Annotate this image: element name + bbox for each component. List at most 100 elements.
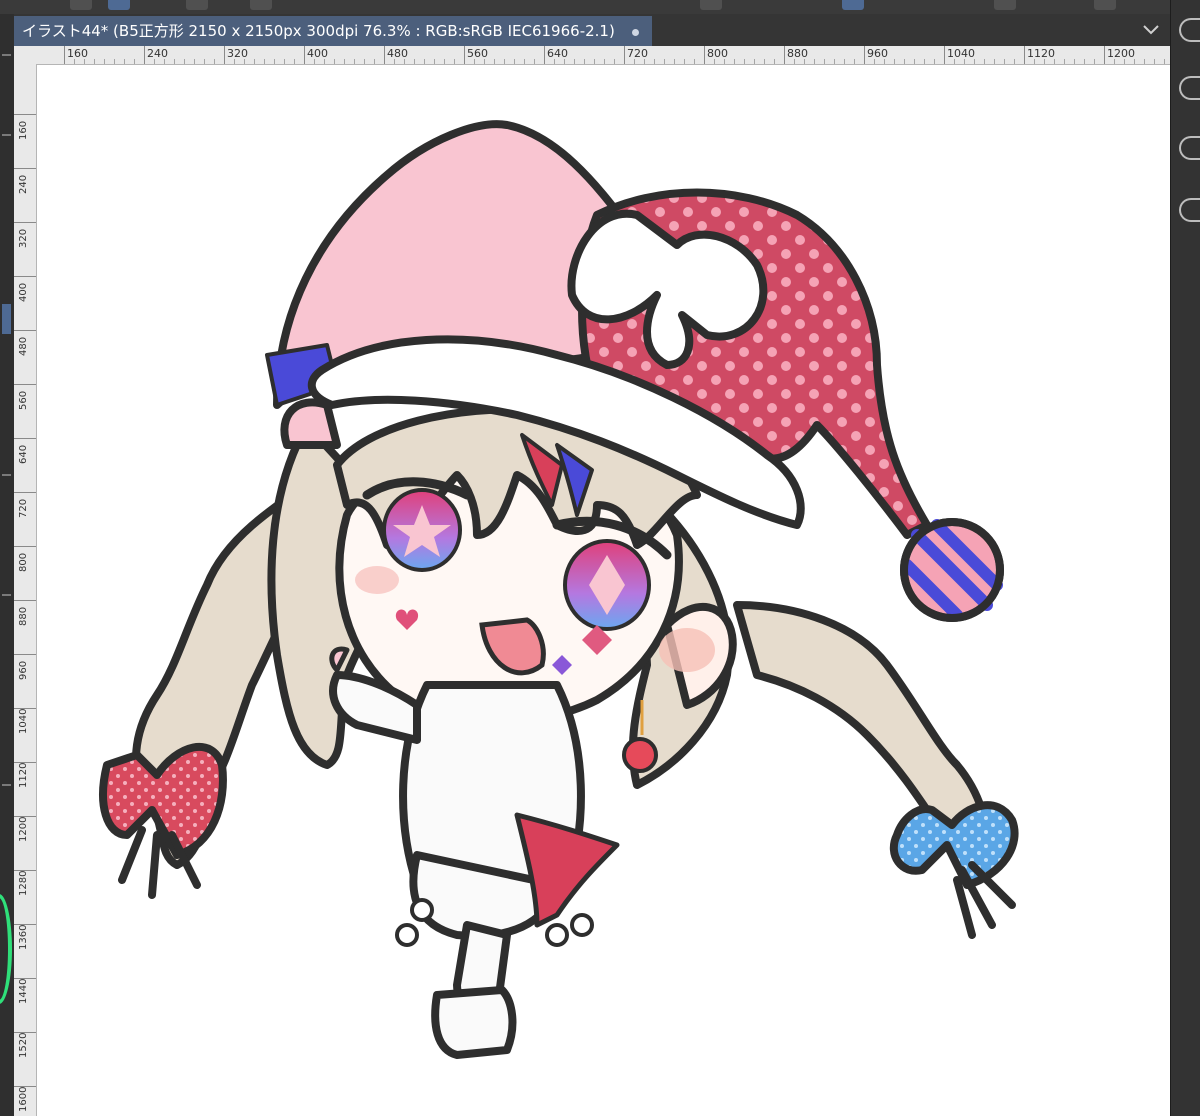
layer-icon[interactable] xyxy=(1179,18,1200,42)
ruler-minor-tick xyxy=(744,59,745,64)
toolbar-button[interactable] xyxy=(700,0,722,10)
ruler-label: 1120 xyxy=(1027,47,1055,60)
ruler-minor-tick xyxy=(834,59,835,64)
ruler-label: 560 xyxy=(467,47,488,60)
ruler-minor-tick xyxy=(934,59,935,64)
info-icon[interactable] xyxy=(1179,136,1200,160)
ruler-tick xyxy=(1024,46,1025,64)
ruler-label: 160 xyxy=(67,47,88,60)
ruler-minor-tick xyxy=(284,59,285,64)
ruler-minor-tick xyxy=(114,59,115,64)
ruler-minor-tick xyxy=(434,59,435,64)
ruler-tick xyxy=(304,46,305,64)
toolbar-button[interactable] xyxy=(994,0,1016,10)
ruler-tick xyxy=(14,384,36,385)
ruler-label: 1360 xyxy=(18,924,29,950)
ruler-label: 720 xyxy=(627,47,648,60)
ruler-tick xyxy=(624,46,625,64)
ruler-label: 960 xyxy=(18,660,29,680)
ruler-minor-tick xyxy=(574,59,575,64)
ruler-tick xyxy=(224,46,225,64)
ruler-minor-tick xyxy=(734,59,735,64)
ruler-label: 1200 xyxy=(1107,47,1135,60)
ruler-label: 1040 xyxy=(18,708,29,734)
ruler-minor-tick xyxy=(614,59,615,64)
vertical-ruler[interactable]: 160 240 320 400 480 560 640 720 800 880 960 1040 112… xyxy=(14,64,37,1116)
earring xyxy=(622,737,658,773)
ruler-minor-tick xyxy=(254,59,255,64)
ruler-label: 160 xyxy=(18,120,29,140)
ruler-label: 800 xyxy=(707,47,728,60)
ruler-minor-tick xyxy=(274,59,275,64)
ruler-minor-tick xyxy=(204,59,205,64)
ruler-minor-tick xyxy=(534,59,535,64)
ruler-label: 640 xyxy=(18,444,29,464)
ruler-minor-tick xyxy=(1014,59,1015,64)
ruler-minor-tick xyxy=(764,59,765,64)
panel-divider xyxy=(2,134,11,136)
left-tool-panel xyxy=(0,14,15,1116)
ruler-tick xyxy=(704,46,705,64)
ruler-minor-tick xyxy=(1074,59,1075,64)
ruler-tick xyxy=(784,46,785,64)
ruler-label: 560 xyxy=(18,390,29,410)
ruler-label: 400 xyxy=(307,47,328,60)
ruler-minor-tick xyxy=(334,59,335,64)
toolbar-button-active[interactable] xyxy=(108,0,130,10)
ruler-minor-tick xyxy=(664,59,665,64)
copy-icon[interactable] xyxy=(1179,76,1200,100)
navigator-icon[interactable] xyxy=(1179,198,1200,222)
ruler-minor-tick xyxy=(504,59,505,64)
ruler-tick xyxy=(944,46,945,64)
top-toolbar xyxy=(0,0,1200,14)
ruler-label: 320 xyxy=(227,47,248,60)
ruler-label: 800 xyxy=(18,552,29,572)
ruler-label: 880 xyxy=(18,606,29,626)
ruler-minor-tick xyxy=(454,59,455,64)
ruler-minor-tick xyxy=(424,59,425,64)
toolbar-button[interactable] xyxy=(70,0,92,10)
panel-divider xyxy=(2,54,11,56)
ruler-minor-tick xyxy=(174,59,175,64)
ruler-minor-tick xyxy=(854,59,855,64)
horizontal-ruler[interactable]: 160 240 320 400 480 560 640 720 800 880 960 1040 112… xyxy=(14,46,1170,65)
tool-button-active[interactable] xyxy=(2,304,11,334)
toolbar-button[interactable] xyxy=(250,0,272,10)
ruler-minor-tick xyxy=(924,59,925,64)
panel-divider xyxy=(2,474,11,476)
ruler-minor-tick xyxy=(684,59,685,64)
ruler-minor-tick xyxy=(294,59,295,64)
document-tab[interactable]: イラスト44* (B5正方形 2150 x 2150px 300dpi 76.3… xyxy=(14,16,652,46)
ruler-minor-tick xyxy=(1144,59,1145,64)
ruler-label: 400 xyxy=(18,282,29,302)
ruler-minor-tick xyxy=(994,59,995,64)
ruler-tick xyxy=(14,222,36,223)
ruler-tick xyxy=(14,654,36,655)
ruler-minor-tick xyxy=(264,59,265,64)
ruler-minor-tick xyxy=(894,59,895,64)
ruler-minor-tick xyxy=(414,59,415,64)
ruler-minor-tick xyxy=(134,59,135,64)
right-braid xyxy=(733,601,991,853)
ruler-minor-tick xyxy=(344,59,345,64)
ruler-tick xyxy=(544,46,545,64)
chevron-down-icon[interactable] xyxy=(1140,20,1162,40)
ruler-label: 960 xyxy=(867,47,888,60)
ruler-minor-tick xyxy=(514,59,515,64)
ruler-minor-tick xyxy=(824,59,825,64)
ruler-tick xyxy=(1104,46,1105,64)
ruler-minor-tick xyxy=(1164,59,1165,64)
color-wheel[interactable] xyxy=(0,894,12,1004)
ruler-label: 1520 xyxy=(18,1032,29,1058)
ruler-minor-tick xyxy=(444,59,445,64)
ruler-minor-tick xyxy=(494,59,495,64)
panel-divider xyxy=(2,784,11,786)
toolbar-button-active[interactable] xyxy=(842,0,864,10)
drawing-canvas[interactable] xyxy=(37,65,1170,1116)
toolbar-button[interactable] xyxy=(186,0,208,10)
ruler-minor-tick xyxy=(214,59,215,64)
ruler-tick xyxy=(14,330,36,331)
right-panel xyxy=(1170,0,1200,1116)
toolbar-button[interactable] xyxy=(1094,0,1116,10)
document-tab-bar: イラスト44* (B5正方形 2150 x 2150px 300dpi 76.3… xyxy=(14,14,1170,46)
